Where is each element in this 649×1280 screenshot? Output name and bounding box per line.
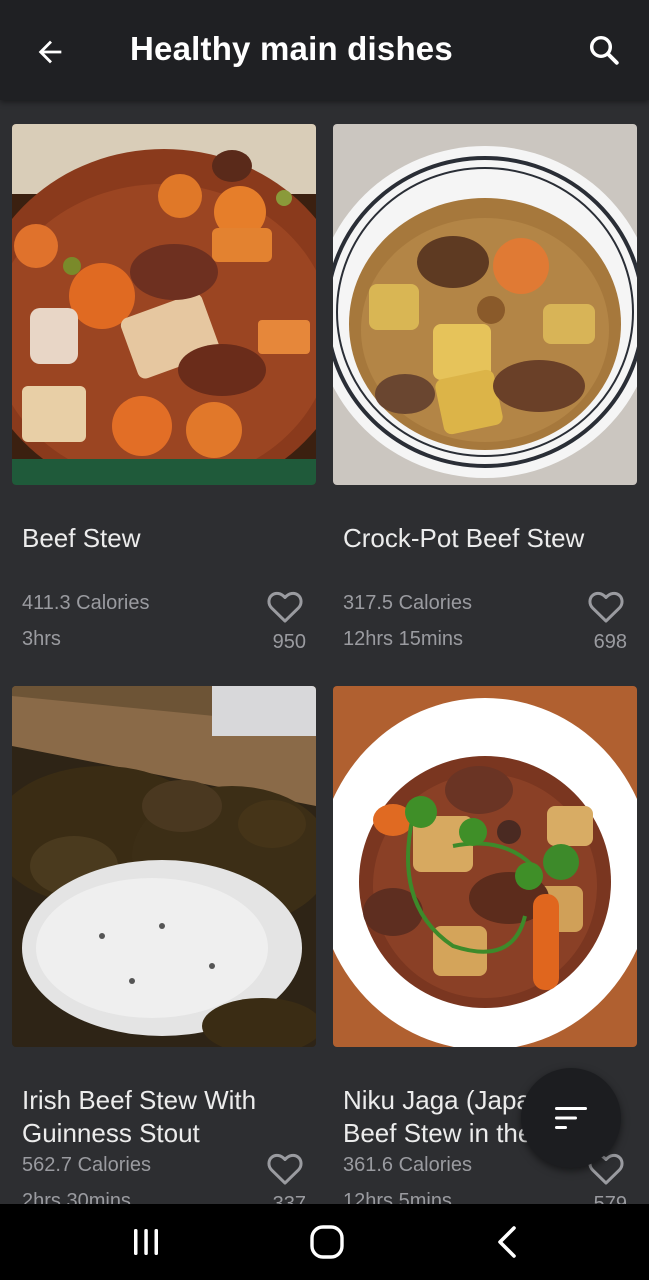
search-button[interactable]	[578, 24, 630, 76]
app-bar: Healthy main dishes	[0, 0, 649, 100]
recipe-time: 3hrs	[22, 628, 61, 650]
heart-icon	[588, 591, 624, 623]
recipe-name: Crock-Pot Beef Stew	[343, 523, 585, 553]
recipe-time: 2hrs 30mins	[22, 1190, 131, 1204]
back-button[interactable]	[24, 26, 76, 78]
favorite-button[interactable]	[264, 1148, 306, 1188]
sort-icon	[555, 1107, 587, 1129]
screen: Healthy main dishes Beef Stew 411.3 Calo…	[0, 0, 649, 1280]
recipe-name: Irish Beef Stew With Guinness Stout	[22, 1085, 257, 1148]
recipe-calories: 361.6 Calories	[343, 1154, 472, 1176]
favorite-button[interactable]	[585, 586, 627, 626]
search-icon	[589, 35, 619, 65]
like-count: 950	[272, 631, 306, 653]
irish-beef-stew-photo	[12, 686, 316, 1047]
recipe-calories: 562.7 Calories	[22, 1154, 151, 1176]
recipe-time: 12hrs 15mins	[343, 628, 464, 650]
home-icon	[310, 1225, 344, 1259]
arrow-left-icon	[38, 40, 62, 64]
recent-apps-button[interactable]	[116, 1218, 176, 1266]
recipe-calories: 317.5 Calories	[343, 592, 472, 614]
favorite-button[interactable]	[264, 586, 306, 626]
system-back-button[interactable]	[478, 1218, 538, 1266]
system-nav-bar	[0, 1204, 649, 1280]
sort-button[interactable]	[521, 1068, 621, 1168]
recipe-time: 12hrs 5mins	[343, 1190, 452, 1204]
recipe-name: Beef Stew	[22, 523, 141, 553]
recent-apps-icon	[134, 1229, 158, 1255]
heart-icon	[267, 591, 303, 623]
crock-pot-beef-stew-photo	[333, 124, 637, 485]
beef-stew-photo	[12, 124, 316, 485]
recipe-calories: 411.3 Calories	[22, 592, 150, 614]
niku-jaga-photo	[333, 686, 637, 1047]
page-title: Healthy main dishes	[130, 30, 453, 67]
chevron-left-icon	[498, 1226, 516, 1258]
recipe-grid: Beef Stew 411.3 Calories 3hrs 950 Crock-…	[0, 100, 649, 1204]
like-count: 698	[593, 631, 627, 653]
heart-icon	[267, 1153, 303, 1185]
like-count: 337	[272, 1193, 306, 1204]
home-button[interactable]	[297, 1218, 357, 1266]
like-count: 579	[593, 1193, 627, 1204]
